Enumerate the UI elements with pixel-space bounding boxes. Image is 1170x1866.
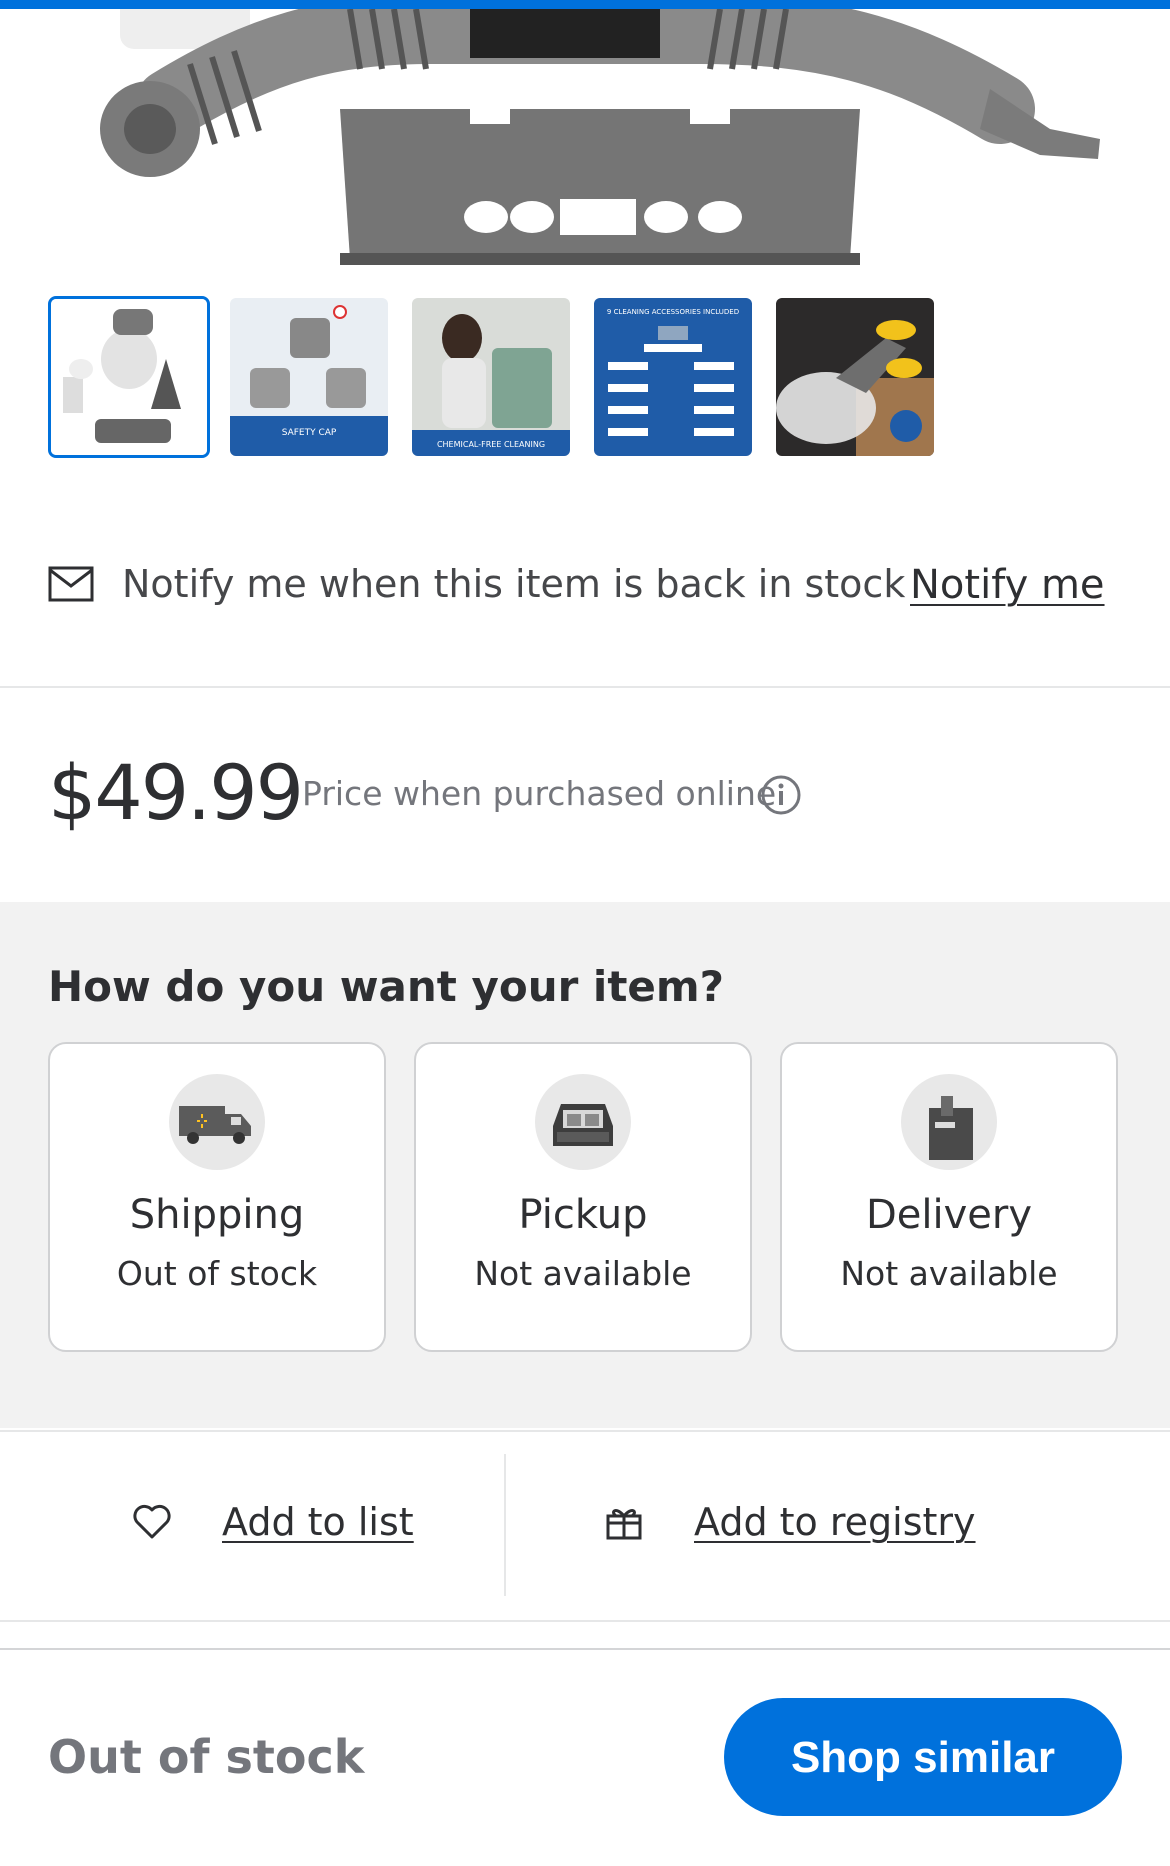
thumb-caption-chemical-free: CHEMICAL-FREE CLEANING xyxy=(437,440,545,449)
bottom-action-bar: Out of stock Shop similar xyxy=(0,1648,1170,1866)
delivery-status: Not available xyxy=(840,1254,1058,1293)
price-note: Price when purchased online xyxy=(302,774,777,813)
pickup-status: Not available xyxy=(474,1254,692,1293)
price: $49.99 xyxy=(48,748,304,837)
notify-text: Notify me when this item is back in stoc… xyxy=(122,562,906,606)
thumbnail-2[interactable]: SAFETY CAP xyxy=(230,298,388,456)
vertical-divider xyxy=(504,1454,506,1596)
heart-icon xyxy=(133,1504,171,1539)
bag-icon xyxy=(901,1074,997,1170)
divider xyxy=(0,686,1170,688)
thumbnail-5[interactable] xyxy=(776,298,934,456)
fulfillment-section: How do you want your item? Shipping Out … xyxy=(0,902,1170,1428)
gift-icon xyxy=(606,1509,642,1540)
divider xyxy=(0,1620,1170,1622)
shop-similar-button[interactable]: Shop similar xyxy=(724,1698,1122,1816)
thumb-caption-safety-cap: SAFETY CAP xyxy=(282,428,337,438)
thumbnail-4[interactable]: 9 CLEANING ACCESSORIES INCLUDED xyxy=(594,298,752,456)
divider xyxy=(0,1430,1170,1432)
notify-row: Notify me when this item is back in stoc… xyxy=(48,556,1128,616)
mail-icon xyxy=(48,566,94,602)
shipping-status: Out of stock xyxy=(116,1254,318,1293)
top-accent-bar xyxy=(0,0,1170,9)
out-of-stock-label: Out of stock xyxy=(48,1730,365,1784)
fulfillment-title: How do you want your item? xyxy=(48,962,725,1011)
list-registry-actions: Add to list Add to registry xyxy=(0,1430,1170,1622)
car-icon xyxy=(535,1074,631,1170)
shipping-option-card[interactable]: Shipping Out of stock xyxy=(48,1042,386,1352)
thumbnail-3[interactable]: CHEMICAL-FREE CLEANING xyxy=(412,298,570,456)
pickup-title: Pickup xyxy=(518,1192,648,1238)
truck-icon xyxy=(169,1074,265,1170)
product-main-image[interactable] xyxy=(0,9,1170,269)
add-to-registry-link[interactable]: Add to registry xyxy=(694,1500,976,1544)
thumb-caption-accessories: 9 CLEANING ACCESSORIES INCLUDED xyxy=(607,308,739,316)
add-to-list-link[interactable]: Add to list xyxy=(222,1500,414,1544)
delivery-option-card[interactable]: Delivery Not available xyxy=(780,1042,1118,1352)
info-icon[interactable] xyxy=(760,774,802,816)
notify-me-link[interactable]: Notify me xyxy=(910,562,1105,608)
pickup-option-card[interactable]: Pickup Not available xyxy=(414,1042,752,1352)
shipping-title: Shipping xyxy=(129,1192,305,1238)
thumbnail-1[interactable] xyxy=(48,296,210,458)
delivery-title: Delivery xyxy=(865,1192,1033,1238)
